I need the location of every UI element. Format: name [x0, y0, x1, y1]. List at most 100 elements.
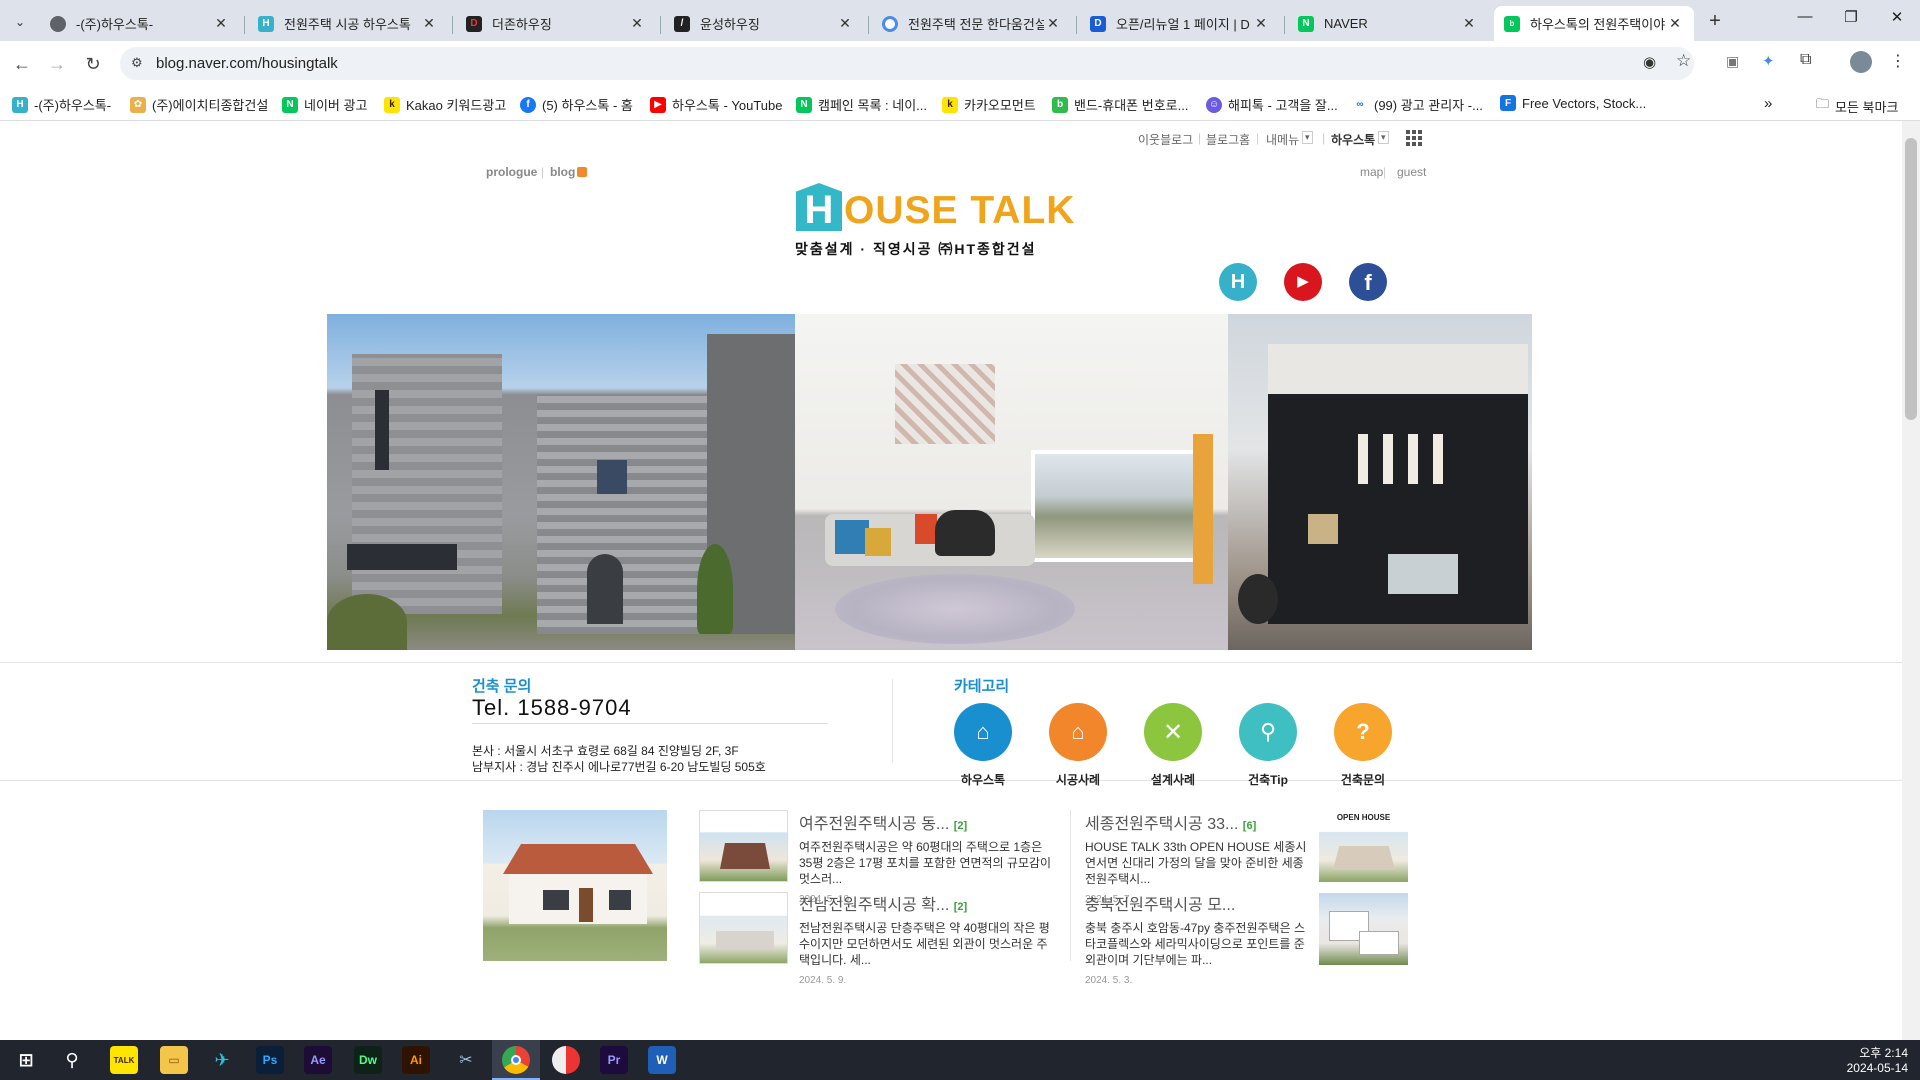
tab-open-renewal[interactable]: D 오픈/리뉴얼 1 페이지 | D ✕ — [1080, 6, 1280, 41]
tab-naver[interactable]: N NAVER ✕ — [1288, 6, 1488, 41]
category-inquiry[interactable]: ? 건축문의 — [1323, 703, 1403, 788]
premiere-icon[interactable]: Pr — [600, 1046, 628, 1074]
dreamweaver-icon[interactable]: Dw — [354, 1046, 382, 1074]
nav-prologue[interactable]: prologue — [486, 165, 537, 179]
bookmark-item[interactable]: ∞ (99) 광고 관리자 -... — [1352, 95, 1483, 114]
camera-icon[interactable]: ▣ — [1726, 53, 1739, 70]
post-title[interactable]: 전남전원주택시공 확... — [799, 897, 949, 914]
file-explorer-icon[interactable]: ▭ — [160, 1046, 188, 1074]
window-close-button[interactable]: ✕ — [1874, 8, 1920, 34]
profile-avatar[interactable] — [1850, 51, 1872, 73]
tab-housetalk-construction[interactable]: H 전원주택 시공 하우스톡 ✕ — [248, 6, 448, 41]
gnb-blog-home[interactable]: 블로그홈 — [1206, 131, 1250, 148]
close-icon[interactable]: ✕ — [836, 15, 854, 32]
url-text[interactable]: blog.naver.com/housingtalk — [156, 55, 338, 72]
chrome-icon[interactable] — [502, 1046, 530, 1074]
extension-sparkle-icon[interactable]: ✦ — [1762, 52, 1775, 70]
category-housetalk[interactable]: ⌂ 하우스톡 — [943, 703, 1023, 788]
gnb-neighbor-blog[interactable]: 이웃블로그 — [1138, 131, 1193, 148]
post-thumbnail[interactable] — [699, 892, 788, 964]
youtube-icon[interactable]: ▶ — [1284, 263, 1322, 301]
back-button[interactable]: ← — [9, 52, 35, 78]
bookmark-item[interactable]: ▶ 하우스톡 - YouTube — [650, 95, 782, 114]
post-title[interactable]: 충북전원주택시공 모... — [1085, 897, 1235, 914]
bookmark-item[interactable]: k Kakao 키워드광고 — [384, 95, 506, 114]
bookmark-item[interactable]: k 카카오모먼트 — [942, 95, 1036, 114]
taskbar-date[interactable]: 2024-05-14 — [1838, 1061, 1908, 1075]
eye-off-icon[interactable]: ◉ — [1643, 53, 1656, 71]
bookmark-item[interactable]: F Free Vectors, Stock... — [1500, 95, 1646, 111]
house-talk-logo[interactable]: H OUSE TALK — [796, 181, 1075, 231]
post-item[interactable]: 충북전원주택시공 모... 충북 충주시 호암동-47py 충주전원주택은 스타… — [1085, 891, 1310, 986]
tab-housetalk-home[interactable]: -(주)하우스톡- ✕ — [40, 6, 240, 41]
bookmark-item[interactable]: N 네이버 광고 — [282, 95, 367, 114]
restore-button[interactable]: ❐ — [1828, 8, 1874, 34]
apps-grid-icon[interactable] — [1405, 129, 1423, 147]
bookmark-item[interactable]: ☺ 해피톡 - 고객을 잘... — [1206, 95, 1338, 114]
snipping-tool-icon[interactable]: ✂ — [452, 1046, 480, 1074]
after-effects-icon[interactable]: Ae — [304, 1046, 332, 1074]
dropdown-icon[interactable]: ▾ — [1302, 131, 1313, 144]
address-bar[interactable] — [120, 47, 1694, 80]
category-construction[interactable]: ⌂ 시공사례 — [1038, 703, 1118, 788]
windows-start-icon[interactable]: ⊞ — [12, 1046, 40, 1074]
close-icon[interactable]: ✕ — [628, 15, 646, 32]
taskbar-time[interactable]: 오후 2:14 — [1848, 1044, 1908, 1061]
banner-photo-modern-house[interactable] — [1228, 314, 1532, 650]
facebook-icon[interactable]: f — [1349, 263, 1387, 301]
nav-guest[interactable]: guest — [1397, 165, 1426, 179]
bookmark-item[interactable]: N 캠페인 목록 : 네이... — [796, 95, 927, 114]
dropdown-icon[interactable]: ▾ — [1378, 131, 1389, 144]
extensions-icon[interactable]: ⧉ — [1800, 51, 1811, 69]
bookmarks-overflow-icon[interactable]: » — [1764, 95, 1772, 112]
close-icon[interactable]: ✕ — [212, 15, 230, 32]
contact-phone[interactable]: Tel. 1588-9704 — [472, 695, 632, 721]
banner-photo-brick-house[interactable] — [327, 314, 795, 650]
forward-button[interactable]: → — [44, 52, 70, 78]
post-title[interactable]: 세종전원주택시공 33... — [1085, 816, 1238, 833]
reload-button[interactable]: ↻ — [80, 52, 106, 78]
bookmark-item[interactable]: H -(주)하우스톡- — [12, 95, 111, 114]
search-icon[interactable]: ⚲ — [58, 1046, 86, 1074]
tab-yunsung[interactable]: / 윤성하우징 ✕ — [664, 6, 864, 41]
close-icon[interactable]: ✕ — [1460, 15, 1478, 32]
category-tip[interactable]: ⚲ 건축Tip — [1228, 703, 1308, 788]
post-item[interactable]: 전남전원주택시공 확... [2] 전남전원주택시공 단층주택은 약 40평대의… — [799, 891, 1054, 986]
post-thumbnail[interactable] — [699, 810, 788, 882]
close-icon[interactable]: ✕ — [420, 15, 438, 32]
new-tab-button[interactable]: + — [1703, 10, 1727, 34]
bookmark-item[interactable]: b 밴드-휴대폰 번호로... — [1052, 95, 1188, 114]
scrollbar-thumb[interactable] — [1905, 138, 1917, 420]
kakaotalk-icon[interactable]: TALK — [110, 1046, 138, 1074]
minimize-button[interactable]: — — [1782, 8, 1828, 34]
tab-search-button[interactable]: ⌄ — [8, 10, 32, 34]
word-icon[interactable]: W — [648, 1046, 676, 1074]
app-circle-icon[interactable] — [552, 1046, 580, 1074]
housetalk-home-icon[interactable]: H — [1219, 263, 1257, 301]
post-title[interactable]: 여주전원주택시공 동... — [799, 816, 949, 833]
all-bookmarks-folder[interactable]: 🗀 모든 북마크 — [1816, 95, 1898, 117]
featured-post-photo[interactable] — [483, 810, 667, 961]
menu-kebab-icon[interactable]: ⋮ — [1890, 51, 1906, 71]
tab-duzon[interactable]: D 더존하우징 ✕ — [456, 6, 656, 41]
bird-app-icon[interactable]: ✈ — [208, 1046, 236, 1074]
nav-blog[interactable]: blog — [550, 165, 575, 179]
tab-housetalk-blog[interactable]: b 하우스톡의 전원주택이야 ✕ — [1494, 6, 1694, 41]
close-icon[interactable]: ✕ — [1044, 15, 1062, 32]
bookmark-star-icon[interactable]: ☆ — [1676, 51, 1691, 71]
photoshop-icon[interactable]: Ps — [256, 1046, 284, 1074]
post-thumbnail[interactable]: OPEN HOUSE — [1319, 810, 1408, 882]
nav-map[interactable]: map — [1360, 165, 1383, 179]
close-icon[interactable]: ✕ — [1666, 15, 1684, 32]
category-design[interactable]: ✕ 설계사례 — [1133, 703, 1213, 788]
illustrator-icon[interactable]: Ai — [402, 1046, 430, 1074]
bookmark-item[interactable]: ✿ (주)에이치티종합건설 — [130, 95, 268, 114]
post-thumbnail[interactable] — [1319, 893, 1408, 965]
site-info-icon[interactable]: ⚙ — [131, 55, 147, 71]
gnb-housetalk[interactable]: 하우스톡 — [1331, 131, 1375, 148]
bookmark-item[interactable]: f (5) 하우스톡 - 홈 — [520, 95, 633, 114]
banner-photo-living-room[interactable] — [795, 314, 1228, 650]
tab-handaum[interactable]: 전원주택 전문 한다움건설 ✕ — [872, 6, 1072, 41]
gnb-my-menu[interactable]: 내메뉴 — [1266, 131, 1299, 148]
close-icon[interactable]: ✕ — [1252, 15, 1270, 32]
